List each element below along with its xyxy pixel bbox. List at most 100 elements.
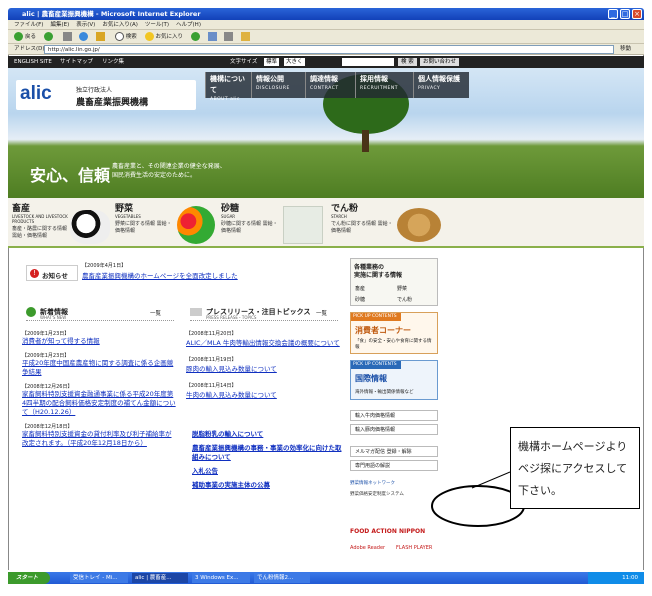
menu-bar: ファイル(F) 編集(E) 表示(V) お気に入り(A) ツール(T) ヘルプ(H) [8, 20, 644, 30]
news-link[interactable]: 家畜飼料特別支援資金の貸付利率及び利子補給率が改定されます。（平成20年12月1… [22, 430, 177, 448]
pickup-label: PICK UP CONTENTS [351, 313, 401, 321]
news-link[interactable]: 家畜飼料特別支援資金融通事業に係る平成20年度第4四半期の配合飼料価格安定制度の… [22, 390, 177, 417]
refresh-icon[interactable] [79, 32, 89, 41]
textsize-large-button[interactable]: 大きく [284, 58, 305, 66]
callout-box: 機構ホームページよりベジ探にアクセスして下さい。 [510, 427, 640, 509]
press-topic-link[interactable]: 脱脂粉乳の輸入について [192, 430, 342, 439]
menu-item[interactable]: お気に入り(A) [102, 22, 138, 28]
category-vegetables[interactable]: 野菜 VEGETABLES 野菜に関する情報 需給・価格情報 [111, 198, 217, 248]
english-site-link[interactable]: ENGLISH SITE [14, 56, 52, 68]
logo-mark: alic [20, 83, 52, 104]
nav-contract-en: CONTRACT [310, 86, 339, 91]
nav-about-jp: 機構について [210, 75, 245, 94]
menu-item[interactable]: 表示(V) [76, 22, 95, 28]
stop-icon[interactable] [62, 32, 72, 41]
category-starch[interactable]: でん粉 STARCH でん粉に関する情報 需給・価格情報 [327, 198, 444, 248]
search-icon[interactable] [114, 32, 124, 41]
menu-item[interactable]: 編集(E) [50, 22, 69, 28]
adobe-reader-banner[interactable]: Adobe Reader [350, 545, 390, 561]
press-topic-link[interactable]: 農畜産業振興機構の事務・事業の効率化に向けた取組みについて [192, 444, 342, 462]
job-link-sugar[interactable]: 砂糖 [355, 296, 365, 303]
potato-image [397, 208, 441, 242]
nav-privacy[interactable]: 個人情報保護 PRIVACY [413, 72, 469, 98]
vegesearch-banner[interactable]: 野菜価格安定制度システム [350, 492, 438, 514]
press-date: 【2008年11月19日】 [186, 357, 237, 363]
notice-link[interactable]: 農畜産業振興機構のホームページを全面改定しました [82, 270, 238, 280]
folder-icon[interactable] [241, 32, 251, 41]
address-input[interactable]: http://alic.lin.go.jp/ [44, 45, 614, 54]
press-list-button[interactable]: 一覧 [316, 309, 327, 317]
maximize-button[interactable]: □ [620, 9, 630, 19]
mail-icon[interactable] [207, 32, 217, 41]
glossary-link[interactable]: 専門用語の解説 [350, 460, 438, 471]
nav-about-en: ABOUT alic [210, 97, 240, 102]
food-action-banner[interactable]: FOOD ACTION NIPPON [350, 520, 438, 538]
flash-player-banner[interactable]: FLASH PLAYER [396, 545, 440, 561]
vegetables-image [177, 206, 215, 244]
site-logo[interactable]: alic 独立行政法人 農畜産業振興機構 [16, 80, 196, 110]
nav-about[interactable]: 機構について ABOUT alic [205, 72, 251, 102]
menu-item[interactable]: ヘルプ(H) [176, 22, 201, 28]
favorites-button[interactable]: お気に入り [156, 34, 184, 40]
sitemap-link[interactable]: サイトマップ [60, 56, 93, 68]
news-date: 【2008年12月26日】 [22, 384, 73, 390]
press-links: 脱脂粉乳の輸入について農畜産業振興機構の事務・事業の効率化に向けた取組みについて… [192, 430, 342, 495]
notice-box: ! お知らせ [26, 265, 78, 281]
international-info-banner[interactable]: PICK UP CONTENTS 国際情報 海外情報・輸出関係情報など [350, 360, 438, 400]
nav-recruitment[interactable]: 採用情報 RECRUITMENT [355, 72, 413, 98]
favorites-star-icon[interactable] [144, 32, 154, 41]
news-date: 【2009年1月23日】 [22, 331, 70, 337]
press-topic-link[interactable]: 補助事業の実施主体の公募 [192, 481, 342, 490]
pork-price-link[interactable]: 輸入豚肉価格情報 [350, 424, 438, 435]
task-starch[interactable]: でん粉情報2... [254, 573, 310, 583]
press-link[interactable]: 豚肉の輸入見込み数量について [186, 363, 346, 373]
news-link[interactable]: 平成20年度中国産農産物に関する調査に係る企画競争結果 [22, 359, 177, 377]
contact-button[interactable]: お問い合わせ [420, 58, 460, 66]
close-button[interactable]: × [632, 9, 642, 19]
home-icon[interactable] [96, 32, 106, 41]
history-icon[interactable] [190, 32, 200, 41]
press-link[interactable]: 牛肉の輸入見込み数量について [186, 389, 346, 399]
nav-disclosure[interactable]: 情報公開 DISCLOSURE [251, 72, 305, 98]
press-topic-link[interactable]: 入札公告 [192, 467, 342, 476]
back-button[interactable]: 戻る [25, 34, 36, 40]
links-link[interactable]: リンク集 [102, 56, 124, 68]
print-icon[interactable] [224, 32, 234, 41]
nav-contract[interactable]: 調達情報 CONTRACT [305, 72, 355, 98]
task-explorer[interactable]: 3 Windows Ex... [192, 573, 250, 583]
start-button[interactable]: スタート [8, 572, 50, 584]
search-button[interactable]: 検索 [126, 34, 137, 40]
tree-trunk [362, 130, 369, 152]
menu-item[interactable]: ツール(T) [145, 22, 169, 28]
site-search-button[interactable]: 検 索 [398, 58, 417, 66]
vegetable-network-banner[interactable]: 野菜情報ネットワーク [350, 480, 438, 490]
job-link-starch[interactable]: でん粉 [397, 296, 412, 303]
hero-sub1: 農畜産業と、その関連企業の健全な発展、 [112, 163, 226, 170]
category-sugar[interactable]: 砂糖 SUGAR 砂糖に関する情報 需給・価格情報 [217, 198, 327, 248]
pickup-label-2: PICK UP CONTENTS [351, 361, 401, 369]
category-vegetables-desc: 野菜に関する情報 需給・価格情報 [115, 221, 172, 234]
news-list-button[interactable]: 一覧 [150, 309, 161, 317]
go-button[interactable]: 移動 [620, 44, 631, 55]
forward-arrow-icon[interactable] [43, 32, 53, 41]
press-link[interactable]: ALIC／MLA 牛肉等輸出情報交換会議の概要について [186, 337, 346, 347]
press-date: 【2008年11月20日】 [186, 331, 237, 337]
site-search-input[interactable] [342, 58, 394, 66]
category-livestock-en: LIVESTOCK AND LIVESTOCK PRODUCTS [12, 214, 68, 224]
job-link-vegetables[interactable]: 野菜 [397, 285, 407, 292]
menu-item[interactable]: ファイル(F) [14, 22, 43, 28]
category-livestock[interactable]: 畜産 LIVESTOCK AND LIVESTOCK PRODUCTS 畜産・酪… [8, 198, 111, 248]
minimize-button[interactable]: _ [608, 9, 618, 19]
callout-line [471, 471, 511, 489]
job-link-livestock[interactable]: 畜産 [355, 285, 365, 292]
news-item: 【2009年1月23日】 平成20年度中国産農産物に関する調査に係る企画競争結果 [22, 352, 177, 377]
task-inbox[interactable]: 受信トレイ - Mi... [70, 573, 128, 583]
mailmag-link[interactable]: メルマガ配信 登録・解除 [350, 446, 438, 457]
beef-price-link[interactable]: 輸入牛肉価格情報 [350, 410, 438, 421]
news-link[interactable]: 消費者が知って得する情報 [22, 337, 177, 346]
task-alic[interactable]: alic | 農畜産... [132, 573, 188, 583]
nav-privacy-jp: 個人情報保護 [418, 75, 460, 83]
textsize-standard-button[interactable]: 標準 [264, 58, 280, 66]
consumer-corner-banner[interactable]: PICK UP CONTENTS 消費者コーナー 「食」の安全・安心や食育に関す… [350, 312, 438, 354]
back-arrow-icon[interactable] [14, 32, 23, 41]
